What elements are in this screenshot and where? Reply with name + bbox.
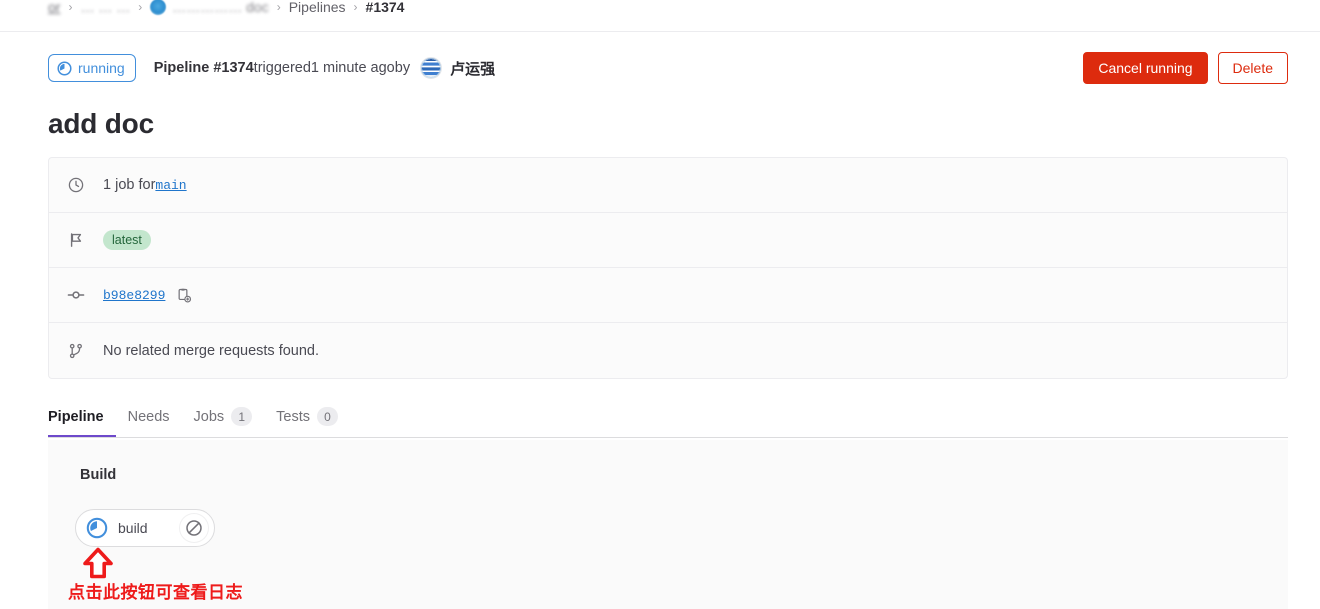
info-row-merge-requests: No related merge requests found. <box>49 323 1287 378</box>
breadcrumb-separator: › <box>276 0 281 14</box>
info-row-ref: latest <box>49 213 1287 268</box>
breadcrumb-divider <box>0 31 1320 32</box>
breadcrumb-separator: › <box>138 0 143 14</box>
tab-tests-badge: 0 <box>317 407 339 426</box>
breadcrumb-separator: › <box>353 0 358 14</box>
tab-pipeline-label: Pipeline <box>48 408 104 425</box>
pipeline-time-ago: 1 minute ago <box>310 60 395 76</box>
commit-icon <box>65 287 87 303</box>
info-row-commit: b98e8299 <box>49 268 1287 323</box>
page-title: add doc <box>48 108 154 139</box>
commit-sha-link[interactable]: b98e8299 <box>103 288 165 303</box>
clock-icon <box>65 177 87 193</box>
avatar[interactable] <box>420 57 443 79</box>
status-running-icon <box>86 517 108 539</box>
job-label-build: build <box>118 520 148 536</box>
breadcrumb-item-group[interactable]: or <box>48 0 60 15</box>
pipeline-number: #1374 <box>213 60 254 76</box>
up-arrow-annotation-icon <box>82 547 114 579</box>
pipeline-user-name[interactable]: 卢运强 <box>450 58 495 79</box>
job-pill-build[interactable]: build <box>75 509 215 547</box>
delete-button[interactable]: Delete <box>1217 52 1288 84</box>
tab-needs-label: Needs <box>127 408 170 425</box>
breadcrumb-separator: › <box>68 0 73 14</box>
pipeline-meta-prefix: Pipeline <box>153 60 210 76</box>
header-actions: Cancel running Delete <box>1083 52 1288 84</box>
stage-name-build: Build <box>80 467 117 483</box>
tab-pipeline[interactable]: Pipeline <box>48 398 116 437</box>
pipeline-header: running Pipeline #1374 triggered 1 minut… <box>48 45 1288 91</box>
status-badge[interactable]: running <box>48 54 136 82</box>
copy-icon[interactable] <box>177 288 192 303</box>
annotation-text: 点击此按钮可查看日志 <box>68 583 243 603</box>
no-merge-requests-text: No related merge requests found. <box>103 342 320 359</box>
breadcrumb-item-subgroup[interactable]: … … … <box>80 0 130 15</box>
pipeline-meta-middle: triggered <box>253 60 311 76</box>
breadcrumb: or › … … … › …………… doc › Pipelines › #13… <box>0 0 1320 32</box>
status-running-icon <box>57 60 72 76</box>
ref-link-main[interactable]: main <box>155 178 186 193</box>
tab-tests-label: Tests <box>276 408 311 425</box>
pipeline-tabs: Pipeline Needs Jobs 1 Tests 0 <box>48 398 1288 438</box>
flag-icon <box>65 232 87 248</box>
latest-badge: latest <box>103 230 151 250</box>
pipeline-meta-suffix: by <box>394 60 411 76</box>
breadcrumb-item-pipelines[interactable]: Pipelines <box>289 0 346 15</box>
pipeline-info-card: 1 job for main latest b98e8299 No relate… <box>48 157 1288 379</box>
cancel-icon[interactable] <box>180 514 208 542</box>
breadcrumb-item-project[interactable]: …………… doc <box>172 0 268 15</box>
pipeline-meta: Pipeline #1374 triggered 1 minute ago by… <box>154 57 495 79</box>
tab-needs[interactable]: Needs <box>116 398 182 437</box>
cancel-running-button[interactable]: Cancel running <box>1083 52 1208 84</box>
info-commit-text: b98e8299 <box>103 288 192 303</box>
pipeline-detail-page: or › … … … › …………… doc › Pipelines › #13… <box>0 0 1320 609</box>
info-row-jobs: 1 job for main <box>49 158 1287 213</box>
tab-jobs-label: Jobs <box>193 408 225 425</box>
tab-tests[interactable]: Tests 0 <box>264 398 350 437</box>
status-badge-label: running <box>78 60 125 76</box>
project-avatar-icon <box>150 0 167 15</box>
tab-jobs-badge: 1 <box>231 407 253 426</box>
tab-jobs[interactable]: Jobs 1 <box>182 398 265 437</box>
merge-request-icon <box>65 343 87 359</box>
info-jobs-prefix: 1 job for <box>103 177 156 193</box>
breadcrumb-current-pipeline: #1374 <box>365 0 405 15</box>
info-jobs-text: 1 job for main <box>103 177 187 193</box>
